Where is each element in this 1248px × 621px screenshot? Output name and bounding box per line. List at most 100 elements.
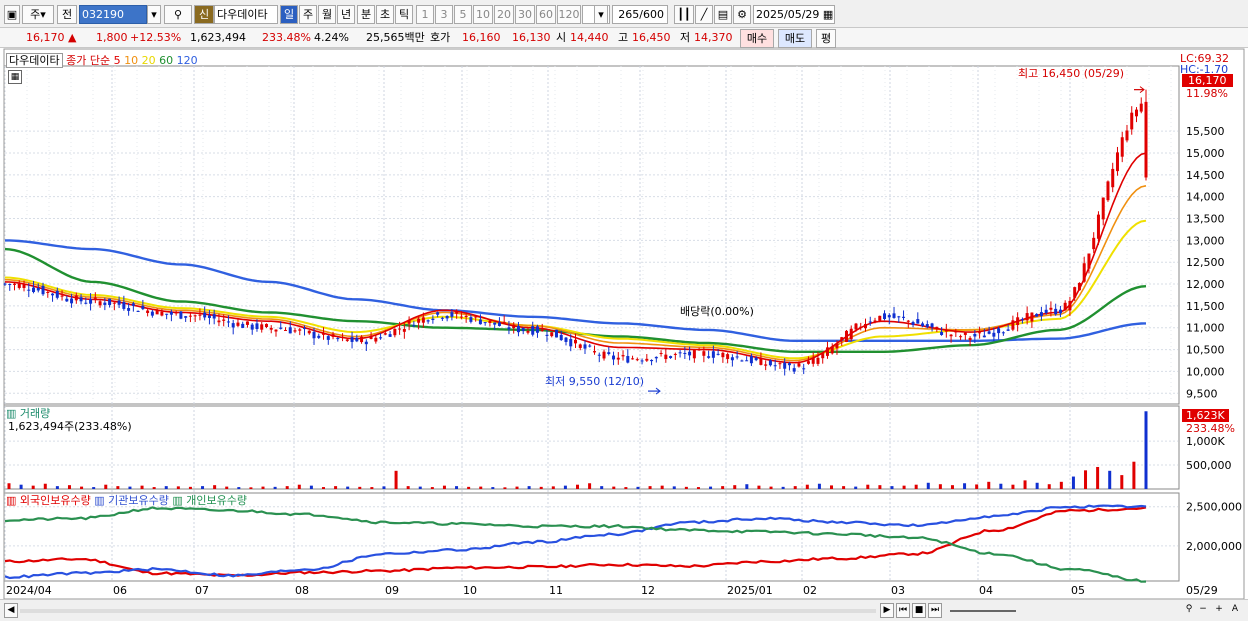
candle-body <box>607 352 611 355</box>
candle-body <box>288 327 292 334</box>
volume-bar <box>842 486 846 489</box>
volume-bar <box>624 487 628 489</box>
zoom-out-icon[interactable]: − <box>1196 603 1210 618</box>
search-icon[interactable]: ⚲ <box>164 5 192 24</box>
eval-button[interactable]: 평 <box>816 29 836 48</box>
holding-legend: ▥ 외국인보유수량 ▥ 기관보유수량 ▥ 개인보유수량 <box>6 492 247 508</box>
candle-body <box>331 334 335 337</box>
candle-body <box>664 354 668 360</box>
interval-3[interactable]: 3 <box>435 5 453 24</box>
buy-button[interactable]: 매수 <box>740 29 774 48</box>
zoom-slider[interactable] <box>950 610 1016 612</box>
rewind-icon[interactable]: ⏮ <box>896 603 910 618</box>
volume-bar <box>830 485 834 489</box>
date-input[interactable]: 2025/05/29 ▦ <box>753 5 835 24</box>
volume-bar <box>709 486 713 489</box>
gear-icon[interactable]: ⚙ <box>733 5 751 24</box>
draw-tool-icon[interactable]: ╱ <box>695 5 713 24</box>
interval-10[interactable]: 10 <box>473 5 493 24</box>
ma20-label: 20 <box>141 54 156 67</box>
candle-body <box>545 334 549 336</box>
candle-body <box>421 317 425 323</box>
calendar-icon[interactable]: ▦ <box>823 8 833 21</box>
candle-body <box>103 302 107 305</box>
zoom-search-icon[interactable]: ⚲ <box>1182 603 1196 618</box>
period-month[interactable]: 월 <box>318 5 336 24</box>
candle-body <box>426 320 430 322</box>
candle-body <box>944 330 948 332</box>
candle-body <box>32 287 36 293</box>
volume-bar <box>503 487 507 489</box>
x-tick-label: 09 <box>385 584 399 597</box>
interval-30[interactable]: 30 <box>515 5 535 24</box>
volume-bar <box>612 486 616 489</box>
interval-1[interactable]: 1 <box>416 5 434 24</box>
company-name[interactable]: 다우데이타 <box>214 5 278 24</box>
layout-icon[interactable]: ▣ <box>4 5 20 24</box>
scroll-left-icon[interactable]: ◀ <box>4 603 18 618</box>
interval-120[interactable]: 120 <box>557 5 581 24</box>
code-input[interactable]: 032190 <box>79 5 147 24</box>
count-input[interactable]: 265/600 <box>612 5 668 24</box>
candle-body <box>778 363 782 365</box>
interval-60[interactable]: 60 <box>536 5 556 24</box>
candle-body <box>160 311 164 316</box>
period-day[interactable]: 일 <box>280 5 298 24</box>
chart-canvas[interactable]: 2024/04 06 07 08 09 10 11 12 2025/01 02 03 04 05 05/2… <box>0 48 1248 599</box>
candle-body <box>559 334 563 341</box>
candle-body <box>806 361 810 364</box>
volume-bar <box>551 486 555 489</box>
zoom-in-icon[interactable]: + <box>1212 603 1226 618</box>
sell-button[interactable]: 매도 <box>778 29 812 48</box>
candle-body <box>554 329 558 338</box>
candle-body <box>93 297 97 299</box>
x-tick-label: 10 <box>463 584 477 597</box>
candle-body <box>635 359 639 361</box>
scroll-right-icon[interactable]: ▶ <box>880 603 894 618</box>
volume-bar <box>1071 476 1075 489</box>
candle-body <box>364 341 368 345</box>
candle-body <box>440 317 444 319</box>
vol-tick-label: 1,000K <box>1186 435 1225 448</box>
interval-5[interactable]: 5 <box>454 5 472 24</box>
volume-bar <box>902 485 906 489</box>
candle-type-icon[interactable]: ┃┃ <box>674 5 694 24</box>
table-icon[interactable]: ▦ <box>8 70 22 84</box>
candle-body <box>1016 317 1020 326</box>
prev-button[interactable]: 전 <box>57 5 77 24</box>
interval-dropdown-icon[interactable]: ▾ <box>594 5 608 24</box>
open-price: 14,440 <box>570 31 609 44</box>
scroll-track[interactable] <box>20 609 876 613</box>
volume-bar <box>104 484 108 489</box>
candle-body <box>212 314 216 319</box>
candle-body <box>269 327 273 330</box>
candle-body <box>245 321 249 325</box>
market-select[interactable]: 주▾ <box>22 5 54 24</box>
candle-body <box>1125 130 1129 141</box>
auto-fit-icon[interactable]: A <box>1228 603 1242 618</box>
candle-body <box>241 323 245 328</box>
candle-body <box>345 339 349 341</box>
period-year[interactable]: 년 <box>337 5 355 24</box>
period-second[interactable]: 초 <box>376 5 394 24</box>
candle-body <box>583 344 587 349</box>
stop-icon[interactable]: ■ <box>912 603 926 618</box>
price-legend: 다우데이타 종가 단순 5 10 20 60 120 <box>6 52 198 68</box>
volume-bar <box>588 483 592 489</box>
candle-body <box>112 302 116 304</box>
volume-bar <box>164 486 168 489</box>
volume-bar <box>455 486 459 489</box>
candle-body <box>925 324 929 328</box>
interval-20[interactable]: 20 <box>494 5 514 24</box>
period-minute[interactable]: 분 <box>357 5 375 24</box>
code-dropdown-icon[interactable]: ▾ <box>147 5 161 24</box>
save-icon[interactable]: ▤ <box>714 5 732 24</box>
high-price: 16,450 <box>632 31 671 44</box>
candle-body <box>616 357 620 360</box>
period-week[interactable]: 주 <box>299 5 317 24</box>
period-tick[interactable]: 틱 <box>395 5 413 24</box>
candle-body <box>640 360 644 362</box>
stock-name-box[interactable]: 다우데이타 <box>6 53 63 68</box>
forward-icon[interactable]: ⏭ <box>928 603 942 618</box>
volume-bar <box>225 486 229 489</box>
